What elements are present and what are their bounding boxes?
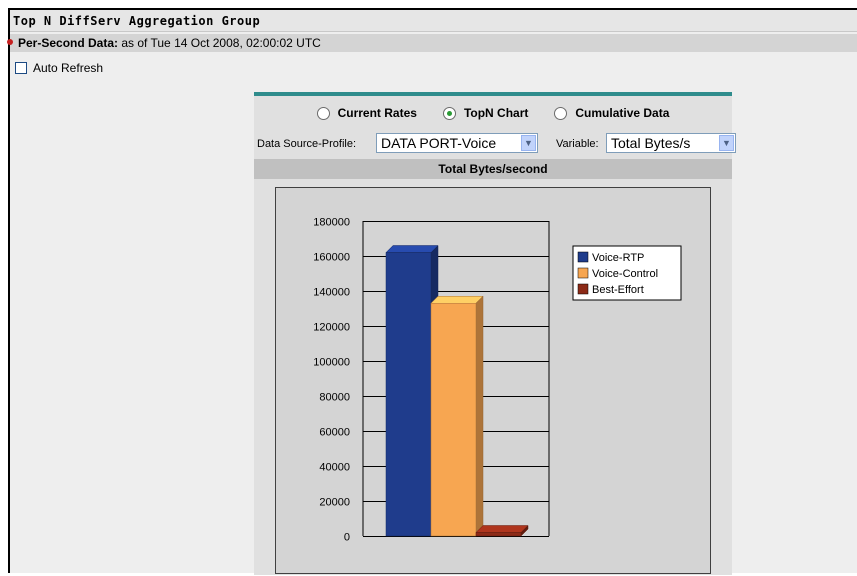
legend-swatch [577, 283, 589, 295]
per-second-label: Per-Second Data: [18, 36, 119, 50]
current-rates-option[interactable]: Current Rates [316, 106, 417, 120]
y-tick-label: 0 [344, 532, 350, 544]
y-tick-label: 100000 [313, 357, 350, 369]
data-timestamp-bar: Per-Second Data: as of Tue 14 Oct 2008, … [7, 34, 857, 52]
auto-refresh-checkbox[interactable] [15, 62, 27, 74]
filter-row: Data Source-Profile: DATA PORT-Voice ▼ V… [254, 129, 736, 155]
timestamp-value: as of Tue 14 Oct 2008, 02:00:02 UTC [118, 36, 321, 50]
legend-swatch [577, 251, 589, 263]
current-rates-radio[interactable] [316, 106, 330, 120]
cumulative-data-option[interactable]: Cumulative Data [554, 106, 669, 120]
bar-voice-rtp [385, 252, 432, 537]
view-options: Current Rates TopN Chart Cumulative Data [254, 106, 732, 120]
chart-title: Total Bytes/second [254, 159, 732, 179]
auto-refresh-label: Auto Refresh [33, 61, 104, 75]
auto-refresh-toggle[interactable]: Auto Refresh [15, 61, 103, 75]
topn-chart-label: TopN Chart [463, 106, 529, 120]
y-tick-label: 20000 [319, 497, 350, 509]
data-source-label: Data Source-Profile: [257, 138, 357, 150]
legend-swatch [577, 267, 589, 279]
y-tick-label: 120000 [313, 322, 350, 334]
data-source-select[interactable]: DATA PORT-Voice ▼ [376, 133, 538, 153]
y-tick-label: 180000 [313, 217, 350, 229]
legend-label: Voice-Control [592, 268, 658, 280]
variable-value: Total Bytes/s [611, 135, 691, 151]
y-tick-label: 60000 [319, 427, 350, 439]
bar-top-voice-control [430, 296, 484, 304]
bar-voice-control [430, 303, 477, 537]
chart-panel: Current Rates TopN Chart Cumulative Data… [254, 92, 736, 575]
cumulative-data-label: Cumulative Data [575, 106, 670, 120]
bar-top-voice-rtp [385, 245, 439, 253]
legend-label: Best-Effort [592, 284, 644, 296]
y-tick-label: 160000 [313, 252, 350, 264]
variable-select[interactable]: Total Bytes/s ▼ [606, 133, 736, 153]
page-title: Top N DiffServ Aggregation Group [13, 14, 261, 28]
bullet-icon [7, 39, 13, 45]
current-rates-label: Current Rates [337, 106, 417, 120]
bar-top-best-effort [475, 525, 529, 533]
bar-chart: 0 20000 40000 60000 80000 100000 120000 140000 1… [313, 217, 682, 544]
chart-area: 0 20000 40000 60000 80000 100000 120000 140000 1… [275, 187, 711, 574]
content-frame: Top N DiffServ Aggregation Group Per-Sec… [7, 8, 857, 575]
title-bar: Top N DiffServ Aggregation Group [10, 10, 857, 32]
topn-chart-radio[interactable] [442, 106, 456, 120]
chevron-down-icon[interactable]: ▼ [521, 135, 536, 151]
y-tick-label: 40000 [319, 462, 350, 474]
bar-side-voice-control [475, 295, 484, 537]
data-source-value: DATA PORT-Voice [381, 135, 497, 151]
y-tick-label: 140000 [313, 287, 350, 299]
variable-label: Variable: [556, 138, 599, 150]
topn-chart-option[interactable]: TopN Chart [442, 106, 529, 120]
data-timestamp: Per-Second Data: as of Tue 14 Oct 2008, … [18, 36, 321, 50]
chevron-down-icon[interactable]: ▼ [719, 135, 734, 151]
bar-best-effort [475, 532, 522, 537]
cumulative-data-radio[interactable] [554, 106, 568, 120]
legend-label: Voice-RTP [592, 252, 644, 264]
y-tick-label: 80000 [319, 392, 350, 404]
